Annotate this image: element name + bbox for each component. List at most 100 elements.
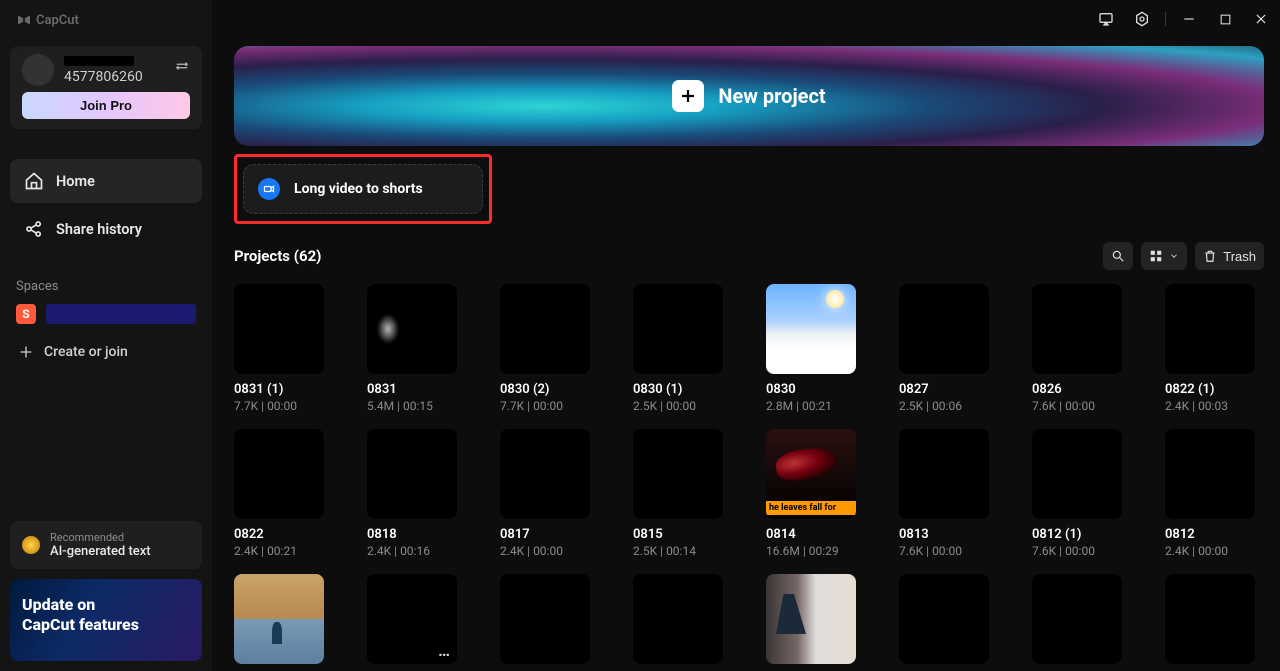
long-video-label: Long video to shorts [294, 181, 423, 197]
sidebar: CapCut 4577806260 Join Pro Home Share hi… [0, 0, 212, 671]
project-name: 0827 [899, 382, 998, 397]
project-name: 0812 [1165, 527, 1264, 542]
project-card[interactable]: 08302.8M | 00:21 [766, 284, 865, 413]
create-or-join-label: Create or join [44, 344, 128, 360]
new-project-label: New project [718, 84, 825, 108]
create-or-join-button[interactable]: Create or join [10, 330, 202, 374]
recommended-title: AI-generated text [50, 544, 151, 559]
capcut-icon [16, 12, 32, 28]
view-mode-button[interactable] [1141, 242, 1187, 270]
project-card[interactable]: 0830 (1) 2.5K | 00:00 [633, 284, 732, 413]
project-card[interactable]: he leaves fall for081416.6M | 00:29 [766, 429, 865, 558]
project-meta: 2.4K | 00:21 [234, 544, 333, 558]
project-card[interactable]: 0818 2.4K | 00:16 [367, 429, 466, 558]
switch-account-icon[interactable] [172, 56, 192, 76]
video-icon [258, 178, 280, 200]
project-card[interactable] [899, 574, 998, 671]
sidebar-item-share-history[interactable]: Share history [10, 207, 202, 251]
app-name: CapCut [36, 13, 79, 28]
project-name: 0818 [367, 527, 466, 542]
long-video-to-shorts-button[interactable]: Long video to shorts [243, 164, 483, 214]
project-card[interactable]: 0812 2.4K | 00:00 [1165, 429, 1264, 558]
trash-button[interactable]: Trash [1195, 242, 1264, 270]
recommended-card[interactable]: Recommended AI-generated text [10, 521, 202, 569]
trash-icon [1203, 249, 1217, 263]
sidebar-item-label: Share history [56, 221, 142, 238]
project-meta: 7.7K | 00:00 [500, 399, 599, 413]
project-card[interactable]: 0831 (1) 7.7K | 00:00 [234, 284, 333, 413]
project-card[interactable]: 0822 (1)2.4K | 00:03 [1165, 284, 1264, 413]
project-meta: 2.4K | 00:03 [1165, 399, 1264, 413]
update-line2: CapCut features [22, 615, 190, 635]
titlebar [1093, 6, 1274, 32]
project-meta: 2.5K | 00:00 [633, 399, 732, 413]
project-thumbnail [766, 574, 856, 664]
project-name: 0815 [633, 527, 732, 542]
project-name: 0831 [367, 382, 466, 397]
user-box: 4577806260 Join Pro [10, 46, 202, 129]
new-project-hero[interactable]: New project [234, 46, 1264, 146]
maximize-icon[interactable] [1212, 6, 1238, 32]
project-card[interactable]: 0826 7.6K | 00:00 [1032, 284, 1131, 413]
main: New project Long video to shorts Project… [212, 0, 1280, 671]
project-thumbnail [1165, 429, 1255, 519]
feedback-icon[interactable] [1093, 6, 1119, 32]
project-meta: 2.4K | 00:16 [367, 544, 466, 558]
plus-icon [18, 344, 34, 360]
project-card[interactable] [633, 574, 732, 671]
more-icon[interactable]: … [438, 641, 451, 660]
search-projects-button[interactable] [1103, 242, 1133, 270]
update-line1: Update on [22, 595, 190, 615]
project-thumbnail [1165, 574, 1255, 664]
space-name-redacted [46, 304, 196, 324]
bulb-icon [22, 536, 40, 554]
project-card[interactable] [1165, 574, 1264, 671]
app-logo: CapCut [10, 0, 202, 36]
project-card[interactable]: 0822 2.4K | 00:21 [234, 429, 333, 558]
project-thumbnail [1032, 284, 1122, 374]
minimize-icon[interactable] [1176, 6, 1202, 32]
project-card[interactable]: 08137.6K | 00:00 [899, 429, 998, 558]
trash-label: Trash [1223, 249, 1256, 264]
project-name: 0830 (1) [633, 382, 732, 397]
project-card[interactable] [500, 574, 599, 671]
project-card[interactable] [1032, 574, 1131, 671]
project-meta: 2.5K | 00:06 [899, 399, 998, 413]
home-icon [24, 171, 44, 191]
thumbnail-caption: he leaves fall for [766, 501, 856, 515]
grid-icon [1149, 249, 1163, 263]
sidebar-item-home[interactable]: Home [10, 159, 202, 203]
project-name: 0826 [1032, 382, 1131, 397]
project-card[interactable]: 0827 2.5K | 00:06 [899, 284, 998, 413]
settings-icon[interactable] [1129, 6, 1155, 32]
project-card[interactable]: 0812 (1)7.6K | 00:00 [1032, 429, 1131, 558]
space-item[interactable]: S [10, 294, 202, 330]
share-icon [24, 219, 44, 239]
project-meta: 7.7K | 00:00 [234, 399, 333, 413]
project-card[interactable]: 08172.4K | 00:00 [500, 429, 599, 558]
project-thumbnail [500, 284, 590, 374]
project-thumbnail [234, 429, 324, 519]
project-card[interactable]: 08152.5K | 00:14 [633, 429, 732, 558]
close-icon[interactable] [1248, 6, 1274, 32]
project-name: 0831 (1) [234, 382, 333, 397]
recommended-label: Recommended [50, 531, 151, 544]
project-meta: 2.8M | 00:21 [766, 399, 865, 413]
join-pro-button[interactable]: Join Pro [22, 92, 190, 119]
avatar[interactable] [22, 54, 54, 86]
project-card[interactable]: 0830 (2)7.7K | 00:00 [500, 284, 599, 413]
project-card[interactable]: 08315.4M | 00:15 [367, 284, 466, 413]
search-icon [1111, 249, 1125, 263]
project-name: 0822 [234, 527, 333, 542]
project-card[interactable] [234, 574, 333, 671]
project-meta: 7.6K | 00:00 [1032, 399, 1131, 413]
project-name: 0812 (1) [1032, 527, 1131, 542]
project-thumbnail [633, 574, 723, 664]
project-thumbnail [633, 284, 723, 374]
project-thumbnail [766, 284, 856, 374]
project-card[interactable]: … [367, 574, 466, 671]
project-meta: 2.4K | 00:00 [1165, 544, 1264, 558]
update-card[interactable]: Update on CapCut features [10, 579, 202, 661]
project-card[interactable] [766, 574, 865, 671]
projects-title: Projects (62) [234, 247, 321, 265]
